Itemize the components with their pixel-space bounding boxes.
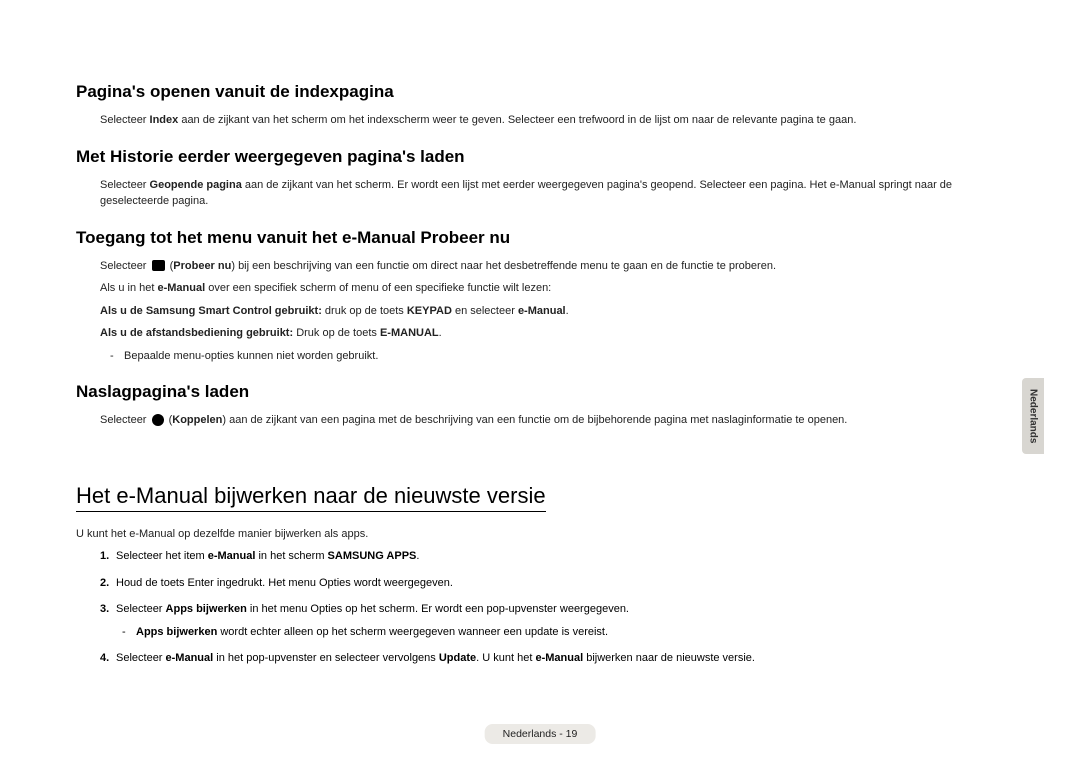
paragraph: Als u in het e-Manual over een specifiek… <box>100 280 1004 297</box>
sub-bullet: Apps bijwerken wordt echter alleen op he… <box>136 624 1004 641</box>
text: Als u in het <box>100 282 157 294</box>
text: wordt echter alleen op het scherm weerge… <box>217 626 608 638</box>
text: Selecteer <box>116 603 166 615</box>
text: en selecteer <box>452 305 518 317</box>
text: over een specifiek scherm of menu of een… <box>205 282 551 294</box>
bullet-item: Bepaalde menu-opties kunnen niet worden … <box>124 348 1004 365</box>
heading-index: Pagina's openen vanuit de indexpagina <box>76 82 1004 102</box>
text: . <box>566 305 569 317</box>
bold-text: SAMSUNG APPS <box>328 550 417 562</box>
heading-history: Met Historie eerder weergegeven pagina's… <box>76 147 1004 167</box>
paragraph: Selecteer Index aan de zijkant van het s… <box>100 112 1004 129</box>
heading-reference: Naslagpagina's laden <box>76 382 1004 402</box>
text: Selecteer <box>100 260 150 272</box>
text: Selecteer <box>100 179 150 191</box>
text: . <box>416 550 419 562</box>
text: aan de zijkant van het scherm om het ind… <box>178 114 856 126</box>
text: in het menu Opties op het scherm. Er wor… <box>247 603 629 615</box>
bold-text: Apps bijwerken <box>166 603 247 615</box>
step-item: Selecteer e-Manual in het pop-upvenster … <box>100 650 1004 667</box>
bold-text: Geopende pagina <box>150 179 242 191</box>
link-icon <box>152 414 164 426</box>
paragraph: U kunt het e-Manual op dezelfde manier b… <box>76 526 1004 543</box>
text: . U kunt het <box>476 652 535 664</box>
page-content: Pagina's openen vanuit de indexpagina Se… <box>0 0 1080 667</box>
paragraph: Als u de afstandsbediening gebruikt: Dru… <box>100 325 1004 342</box>
bold-text: Update <box>439 652 476 664</box>
bold-text: Als u de Samsung Smart Control gebruikt: <box>100 305 322 317</box>
text: in het scherm <box>255 550 327 562</box>
text: Selecteer het item <box>116 550 208 562</box>
bold-text: E-MANUAL <box>380 327 439 339</box>
bold-text: e-Manual <box>535 652 583 664</box>
text: bijwerken naar de nieuwste versie. <box>583 652 755 664</box>
bold-text: Als u de afstandsbediening gebruikt: <box>100 327 293 339</box>
text: in het pop-upvenster en selecteer vervol… <box>213 652 439 664</box>
text: Druk op de toets <box>293 327 380 339</box>
text: druk op de toets <box>322 305 407 317</box>
heading-update: Het e-Manual bijwerken naar de nieuwste … <box>76 483 546 512</box>
text: Selecteer <box>100 114 150 126</box>
text: ) aan de zijkant van een pagina met de b… <box>222 414 847 426</box>
text: . <box>439 327 442 339</box>
language-tab: Nederlands <box>1022 378 1044 454</box>
bold-text: Apps bijwerken <box>136 626 217 638</box>
bold-text: Probeer nu <box>173 260 231 272</box>
step-item: Houd de toets Enter ingedrukt. Het menu … <box>100 575 1004 592</box>
text: ) bij een beschrijving van een functie o… <box>231 260 776 272</box>
step-item: Selecteer Apps bijwerken in het menu Opt… <box>100 601 1004 640</box>
paragraph: Selecteer (Koppelen) aan de zijkant van … <box>100 412 1004 429</box>
bold-text: Index <box>150 114 179 126</box>
step-item: Selecteer het item e-Manual in het scher… <box>100 548 1004 565</box>
text: Selecteer <box>100 414 150 426</box>
bold-text: e-Manual <box>166 652 214 664</box>
paragraph: Selecteer (Probeer nu) bij een beschrijv… <box>100 258 1004 275</box>
language-tab-label: Nederlands <box>1028 389 1039 443</box>
page-footer: Nederlands - 19 <box>485 724 596 744</box>
text: Selecteer <box>116 652 166 664</box>
heading-trynow: Toegang tot het menu vanuit het e-Manual… <box>76 228 1004 248</box>
section-title-wrap: Het e-Manual bijwerken naar de nieuwste … <box>76 457 1004 514</box>
try-now-icon <box>152 260 165 271</box>
paragraph: Selecteer Geopende pagina aan de zijkant… <box>100 177 1004 210</box>
bold-text: e-Manual <box>518 305 566 317</box>
bold-text: e-Manual <box>157 282 205 294</box>
bold-text: e-Manual <box>208 550 256 562</box>
ordered-steps: Selecteer het item e-Manual in het scher… <box>100 548 1004 667</box>
bold-text: Koppelen <box>172 414 222 426</box>
paragraph: Als u de Samsung Smart Control gebruikt:… <box>100 303 1004 320</box>
bold-text: KEYPAD <box>407 305 452 317</box>
